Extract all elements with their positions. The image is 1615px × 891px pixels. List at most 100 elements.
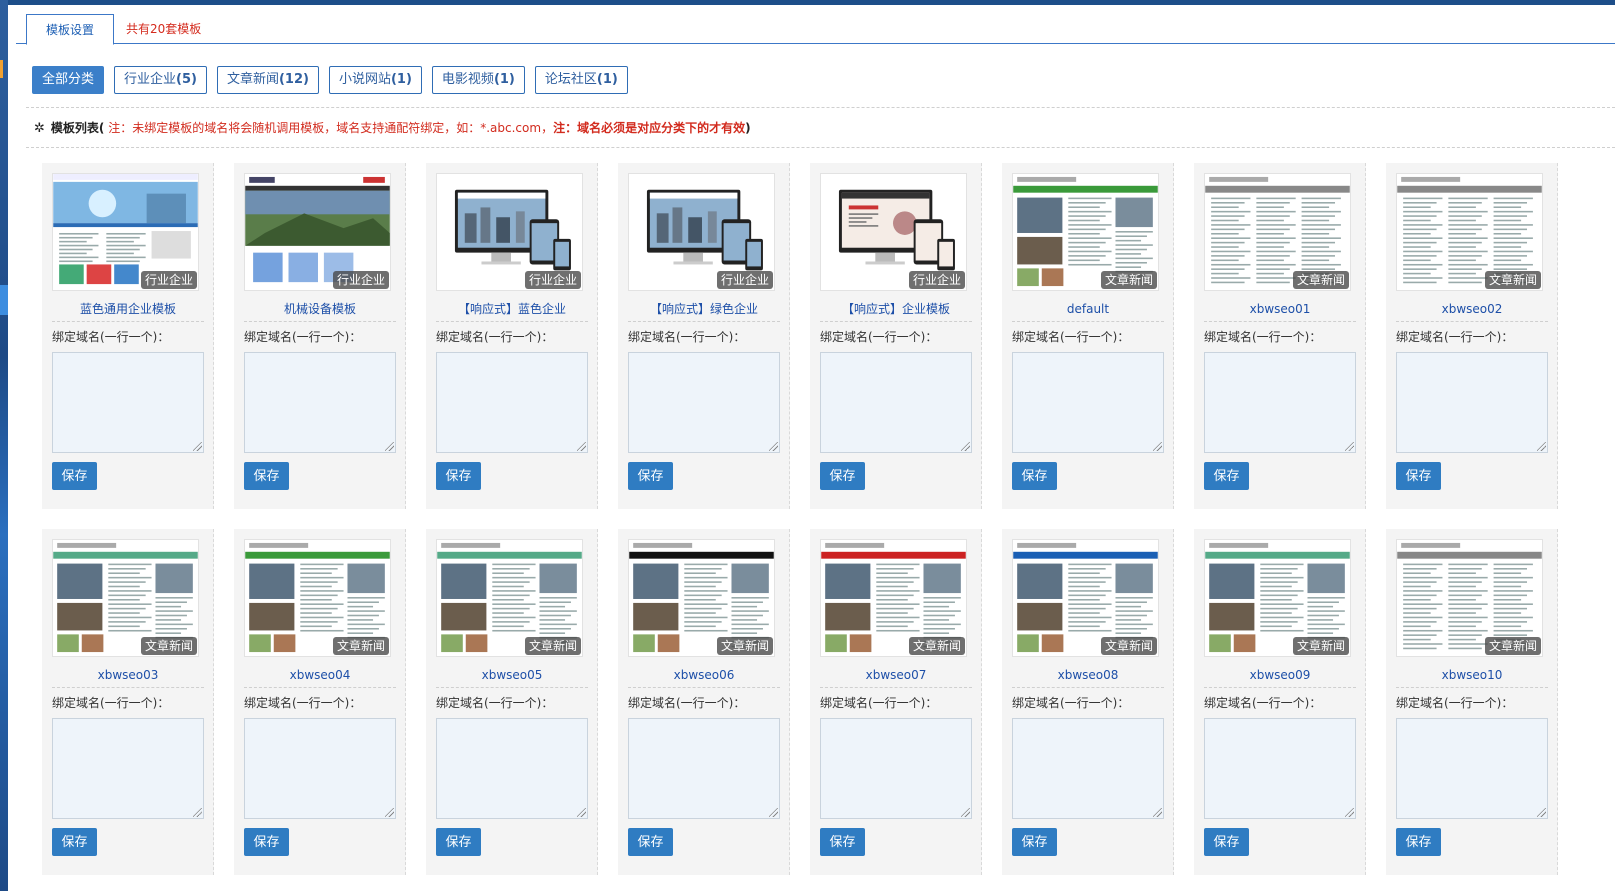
domain-textarea[interactable]	[628, 352, 780, 453]
domain-label: 绑定域名(一行一个)：	[820, 330, 938, 344]
domain-textarea[interactable]	[244, 352, 396, 453]
domain-textarea[interactable]	[52, 718, 204, 819]
template-thumbnail[interactable]: 文章新闻	[1204, 173, 1351, 291]
resize-grip-icon[interactable]	[769, 442, 778, 451]
save-button[interactable]: 保存	[244, 462, 289, 490]
template-count-link[interactable]: 共有20套模板	[126, 14, 201, 45]
template-name-link[interactable]: xbwseo09	[1204, 667, 1356, 683]
resize-grip-icon[interactable]	[193, 808, 202, 817]
template-name-link[interactable]: xbwseo01	[1204, 301, 1356, 317]
save-button[interactable]: 保存	[1396, 828, 1441, 856]
filter-count: (1)	[493, 72, 515, 87]
save-button[interactable]: 保存	[628, 462, 673, 490]
save-button[interactable]: 保存	[628, 828, 673, 856]
save-button[interactable]: 保存	[820, 828, 865, 856]
template-name-link[interactable]: 【响应式】绿色企业	[628, 301, 780, 317]
template-thumbnail[interactable]: 文章新闻	[628, 539, 775, 657]
template-thumbnail[interactable]: 文章新闻	[52, 539, 199, 657]
filter-label: 全部分类	[42, 72, 95, 87]
domain-textarea[interactable]	[52, 352, 204, 453]
domain-textarea[interactable]	[436, 718, 588, 819]
template-name-link[interactable]: default	[1012, 301, 1164, 317]
filter-button[interactable]: 全部分类	[32, 66, 105, 94]
template-thumbnail[interactable]: 行业企业	[244, 173, 391, 291]
resize-grip-icon[interactable]	[769, 808, 778, 817]
domain-textarea[interactable]	[820, 718, 972, 819]
filter-button[interactable]: 行业企业(5)	[114, 66, 207, 94]
save-button[interactable]: 保存	[436, 462, 481, 490]
domain-textarea[interactable]	[1204, 352, 1356, 453]
save-button[interactable]: 保存	[52, 828, 97, 856]
filter-button[interactable]: 小说网站(1)	[328, 66, 422, 94]
template-name-link[interactable]: xbwseo05	[436, 667, 588, 683]
save-button[interactable]: 保存	[820, 462, 865, 490]
category-badge: 文章新闻	[1100, 271, 1157, 289]
save-button[interactable]: 保存	[436, 828, 481, 856]
template-thumbnail[interactable]: 行业企业	[820, 173, 967, 291]
save-button[interactable]: 保存	[1012, 462, 1057, 490]
save-button[interactable]: 保存	[1204, 828, 1249, 856]
divider	[1204, 687, 1356, 688]
domain-textarea[interactable]	[244, 718, 396, 819]
domain-textarea[interactable]	[628, 718, 780, 819]
template-thumbnail[interactable]: 文章新闻	[1204, 539, 1351, 657]
template-card: 文章新闻 xbwseo10 绑定域名(一行一个)： 保存	[1386, 529, 1558, 875]
template-name-link[interactable]: xbwseo10	[1396, 667, 1548, 683]
resize-grip-icon[interactable]	[1345, 442, 1354, 451]
resize-grip-icon[interactable]	[1537, 808, 1546, 817]
resize-grip-icon[interactable]	[961, 442, 970, 451]
save-button[interactable]: 保存	[1012, 828, 1057, 856]
notice-strong: 注：域名必须是对应分类下的才有效	[553, 121, 746, 135]
template-name-link[interactable]: 【响应式】企业模板	[820, 301, 972, 317]
template-thumbnail[interactable]: 行业企业	[436, 173, 583, 291]
resize-grip-icon[interactable]	[961, 808, 970, 817]
template-thumbnail[interactable]: 文章新闻	[244, 539, 391, 657]
save-button[interactable]: 保存	[244, 828, 289, 856]
divider	[1204, 321, 1356, 322]
resize-grip-icon[interactable]	[1153, 808, 1162, 817]
domain-textarea[interactable]	[1204, 718, 1356, 819]
filter-button[interactable]: 电影视频(1)	[431, 66, 525, 94]
template-thumbnail[interactable]: 行业企业	[628, 173, 775, 291]
template-thumbnail[interactable]: 文章新闻	[436, 539, 583, 657]
resize-grip-icon[interactable]	[1345, 808, 1354, 817]
save-button[interactable]: 保存	[1396, 462, 1441, 490]
template-name-link[interactable]: xbwseo02	[1396, 301, 1548, 317]
template-name-link[interactable]: xbwseo08	[1012, 667, 1164, 683]
save-button[interactable]: 保存	[1204, 462, 1249, 490]
resize-grip-icon[interactable]	[385, 442, 394, 451]
domain-label: 绑定域名(一行一个)：	[628, 696, 746, 710]
template-thumbnail[interactable]: 文章新闻	[820, 539, 967, 657]
template-thumbnail[interactable]: 文章新闻	[1012, 173, 1159, 291]
filter-button[interactable]: 文章新闻(12)	[216, 66, 319, 94]
template-name-link[interactable]: xbwseo04	[244, 667, 396, 683]
resize-grip-icon[interactable]	[577, 442, 586, 451]
template-thumbnail[interactable]: 行业企业	[52, 173, 199, 291]
template-thumbnail[interactable]: 文章新闻	[1012, 539, 1159, 657]
resize-grip-icon[interactable]	[577, 808, 586, 817]
template-list-notice: ✲ 模板列表( 注：未绑定模板的域名将会随机调用模板，域名支持通配符绑定，如：*.…	[34, 120, 751, 137]
domain-textarea[interactable]	[1012, 352, 1164, 453]
category-badge: 文章新闻	[1100, 637, 1157, 655]
template-name-link[interactable]: 蓝色通用企业模板	[52, 301, 204, 317]
save-button[interactable]: 保存	[52, 462, 97, 490]
template-thumbnail[interactable]: 文章新闻	[1396, 539, 1543, 657]
domain-textarea[interactable]	[1012, 718, 1164, 819]
template-name-link[interactable]: xbwseo06	[628, 667, 780, 683]
resize-grip-icon[interactable]	[1537, 442, 1546, 451]
template-name-link[interactable]: 机械设备模板	[244, 301, 396, 317]
domain-textarea[interactable]	[820, 352, 972, 453]
template-name-link[interactable]: xbwseo03	[52, 667, 204, 683]
category-badge: 行业企业	[524, 271, 581, 289]
domain-textarea[interactable]	[436, 352, 588, 453]
tab-template-settings[interactable]: 模板设置	[26, 14, 114, 45]
filter-button[interactable]: 论坛社区(1)	[534, 66, 628, 94]
template-thumbnail[interactable]: 文章新闻	[1396, 173, 1543, 291]
resize-grip-icon[interactable]	[193, 442, 202, 451]
domain-textarea[interactable]	[1396, 718, 1548, 819]
template-name-link[interactable]: 【响应式】蓝色企业	[436, 301, 588, 317]
resize-grip-icon[interactable]	[385, 808, 394, 817]
template-name-link[interactable]: xbwseo07	[820, 667, 972, 683]
resize-grip-icon[interactable]	[1153, 442, 1162, 451]
domain-textarea[interactable]	[1396, 352, 1548, 453]
